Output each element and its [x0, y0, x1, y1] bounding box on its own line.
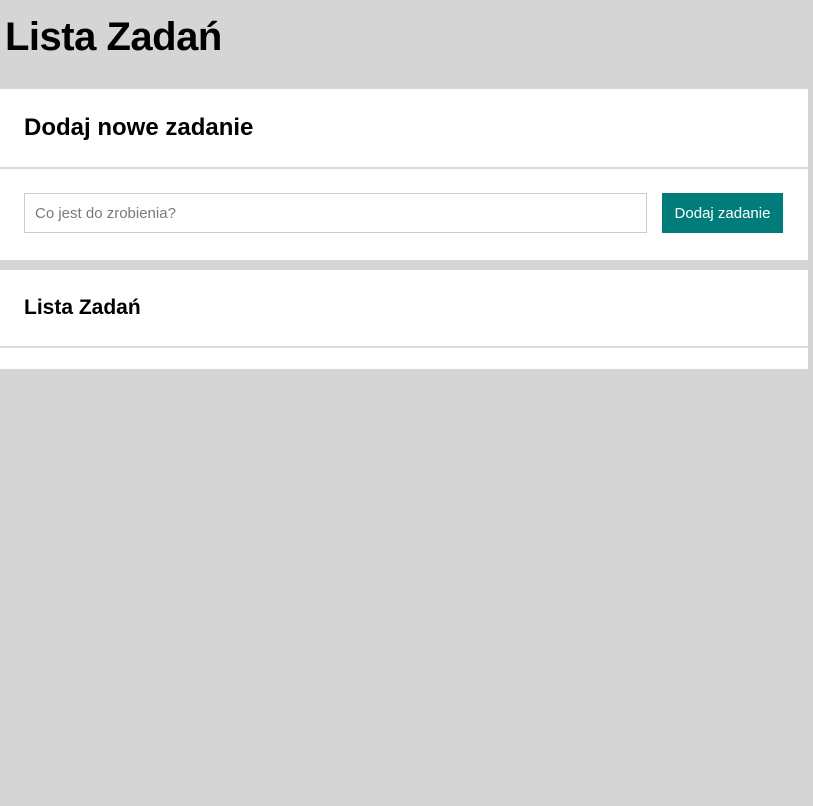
add-task-button[interactable]: Dodaj zadanie [662, 193, 783, 233]
page-title: Lista Zadań [5, 15, 222, 59]
add-task-card: Dodaj nowe zadanie Dodaj zadanie [0, 89, 808, 260]
task-list-card-header: Lista Zadań [0, 270, 808, 348]
add-task-heading: Dodaj nowe zadanie [24, 114, 254, 141]
task-input[interactable] [24, 193, 647, 233]
task-list-card: Lista Zadań [0, 270, 808, 369]
add-task-card-header: Dodaj nowe zadanie [0, 89, 808, 169]
task-list [0, 348, 808, 367]
task-list-heading: Lista Zadań [24, 296, 141, 319]
add-task-form: Dodaj zadanie [0, 169, 808, 258]
